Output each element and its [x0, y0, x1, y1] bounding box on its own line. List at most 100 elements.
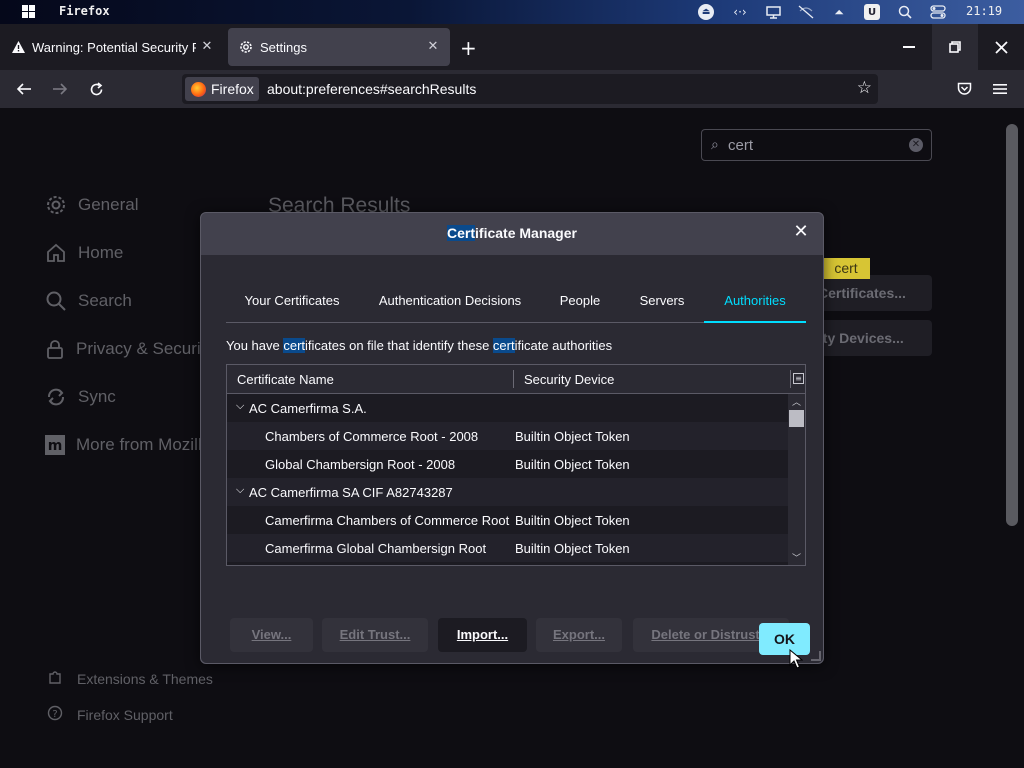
forward-arrow-icon[interactable]	[47, 76, 73, 102]
tab-servers[interactable]: Servers	[630, 281, 694, 323]
page-scrollbar[interactable]	[1006, 124, 1018, 526]
table-row[interactable]: Camerfirma Chambers of Commerce Root Bui…	[227, 506, 788, 534]
gear-icon	[238, 39, 254, 55]
search-icon: ⌕	[711, 137, 719, 153]
upload-icon[interactable]: ⏶	[830, 3, 848, 21]
tab-security-warning[interactable]: Warning: Potential Security Risk Ahead ✕	[0, 28, 224, 66]
close-tab-icon[interactable]: ✕	[426, 40, 440, 54]
url-bar[interactable]: Firefox about:preferences#searchResults …	[182, 74, 878, 104]
export-button[interactable]: Export...	[536, 618, 622, 652]
url-text[interactable]: about:preferences#searchResults	[267, 81, 476, 97]
cert-name: AC Camerfirma S.A.	[249, 401, 367, 416]
close-window-icon[interactable]	[978, 24, 1024, 70]
edit-trust-button[interactable]: Edit Trust...	[322, 618, 428, 652]
column-security-device[interactable]: Security Device	[524, 372, 614, 387]
windows-start-icon[interactable]	[22, 5, 36, 19]
mozilla-icon: m	[44, 433, 66, 457]
sidebar-item-label: Sync	[78, 387, 116, 406]
desc-text: ificates on file that identify these	[305, 338, 493, 353]
sidebar-item-label: Search	[78, 291, 132, 310]
dialog-body: Your Certificates Authentication Decisio…	[201, 255, 823, 663]
table-row[interactable]: ⌵ AC Camerfirma S.A.	[227, 394, 788, 422]
import-button[interactable]: Import...	[438, 618, 527, 652]
table-row[interactable]: Camerfirma Global Chambersign Root Built…	[227, 534, 788, 562]
hamburger-menu-icon[interactable]	[987, 76, 1013, 102]
sidebar-item-search[interactable]: Search	[44, 287, 132, 315]
title-rest: ificate Manager	[475, 225, 577, 241]
help-icon: ?	[46, 705, 64, 725]
monitor-icon[interactable]	[764, 3, 782, 21]
desc-text: ificate authorities	[514, 338, 613, 353]
clock: 21:19	[966, 4, 1003, 18]
cert-device: Builtin Object Token	[515, 513, 630, 528]
identity-label: Firefox	[211, 81, 254, 97]
search-icon[interactable]	[896, 3, 914, 21]
table-row[interactable]: ⌵ AC Camerfirma SA CIF A82743287	[227, 478, 788, 506]
tab-authentication-decisions[interactable]: Authentication Decisions	[369, 281, 531, 323]
desc-text: You have	[226, 338, 284, 353]
os-taskbar: Firefox ⏏ ‹·› ⏶ U 21:19	[0, 0, 1024, 24]
close-dialog-icon[interactable]: ✕	[791, 222, 811, 242]
tab-authorities[interactable]: Authorities	[704, 281, 806, 323]
chevron-down-icon[interactable]: ⌵	[236, 400, 244, 413]
security-devices-button[interactable]: Security Devices...	[806, 320, 932, 356]
tree-scrollbar[interactable]: ︿ ﹀	[788, 394, 805, 565]
code-icon[interactable]: ‹·›	[731, 3, 749, 21]
scroll-up-arrow-icon[interactable]: ︿	[788, 395, 805, 408]
chevron-down-icon[interactable]: ⌵	[236, 484, 244, 497]
clear-search-icon[interactable]: ✕	[909, 138, 923, 152]
tree-header: Certificate Name Security Device ≡	[227, 365, 805, 394]
u-app-icon[interactable]: U	[864, 4, 880, 20]
scroll-down-arrow-icon[interactable]: ﹀	[788, 551, 805, 564]
tab-strip: Warning: Potential Security Risk Ahead ✕…	[0, 24, 1024, 70]
cert-name: Global Chambersign Root - 2008	[265, 457, 456, 472]
sidebar-item-label: More from Mozilla	[76, 435, 200, 454]
toggle-icon[interactable]	[929, 3, 947, 21]
search-match-tooltip: cert	[822, 258, 870, 279]
sidebar-item-sync[interactable]: Sync	[44, 383, 116, 411]
network-off-icon[interactable]	[797, 3, 815, 21]
sidebar-item-general[interactable]: General	[44, 191, 138, 219]
search-icon	[44, 289, 68, 313]
close-tab-icon[interactable]: ✕	[200, 40, 214, 54]
sidebar-item-privacy[interactable]: Privacy & Security	[44, 335, 204, 363]
view-button[interactable]: View...	[230, 618, 313, 652]
identity-box[interactable]: Firefox	[185, 77, 259, 101]
reload-icon[interactable]	[83, 76, 109, 102]
resize-grip-icon[interactable]	[811, 651, 821, 661]
warning-icon	[10, 39, 26, 55]
certificate-tree[interactable]: Certificate Name Security Device ≡ ⌵ AC …	[226, 364, 806, 566]
cert-name: Chambers of Commerce Root - 2008	[265, 429, 479, 444]
bookmark-star-icon[interactable]: ☆	[857, 78, 872, 98]
svg-text:m: m	[48, 438, 63, 454]
minimize-icon[interactable]	[886, 24, 932, 70]
authorities-description: You have certificates on file that ident…	[226, 338, 612, 353]
eject-icon[interactable]: ⏏	[698, 4, 714, 20]
sidebar-item-home[interactable]: Home	[44, 239, 123, 267]
back-arrow-icon[interactable]	[11, 76, 37, 102]
settings-search-input[interactable]: ⌕ cert ✕	[701, 129, 932, 161]
svg-text:?: ?	[52, 709, 57, 720]
cert-device: Builtin Object Token	[515, 457, 630, 472]
extensions-themes-link[interactable]: Extensions & Themes	[46, 669, 213, 689]
gear-icon	[44, 193, 68, 217]
view-certificates-button[interactable]: Certificates...	[806, 275, 932, 311]
certificate-tabs: Your Certificates Authentication Decisio…	[226, 281, 806, 323]
tab-people[interactable]: People	[550, 281, 610, 323]
column-splitter[interactable]	[513, 370, 514, 388]
table-row[interactable]: Chambers of Commerce Root - 2008 Builtin…	[227, 422, 788, 450]
table-row[interactable]: Global Chambersign Root - 2008 Builtin O…	[227, 450, 788, 478]
pocket-icon[interactable]	[951, 76, 977, 102]
restore-window-icon[interactable]	[932, 24, 978, 70]
column-picker-icon[interactable]: ≡	[793, 373, 804, 384]
firefox-support-link[interactable]: ? Firefox Support	[46, 705, 173, 725]
column-certificate-name[interactable]: Certificate Name	[237, 372, 334, 387]
tab-your-certificates[interactable]: Your Certificates	[235, 281, 349, 323]
scrollbar-thumb[interactable]	[789, 410, 804, 427]
active-app-title: Firefox	[59, 4, 110, 18]
firefox-logo-icon	[191, 81, 206, 97]
sidebar-item-more-from-mozilla[interactable]: m More from Mozilla	[44, 431, 200, 459]
tab-settings[interactable]: Settings ✕	[228, 28, 450, 66]
column-splitter[interactable]	[790, 370, 791, 388]
new-tab-plus-icon[interactable]: +	[460, 38, 477, 58]
